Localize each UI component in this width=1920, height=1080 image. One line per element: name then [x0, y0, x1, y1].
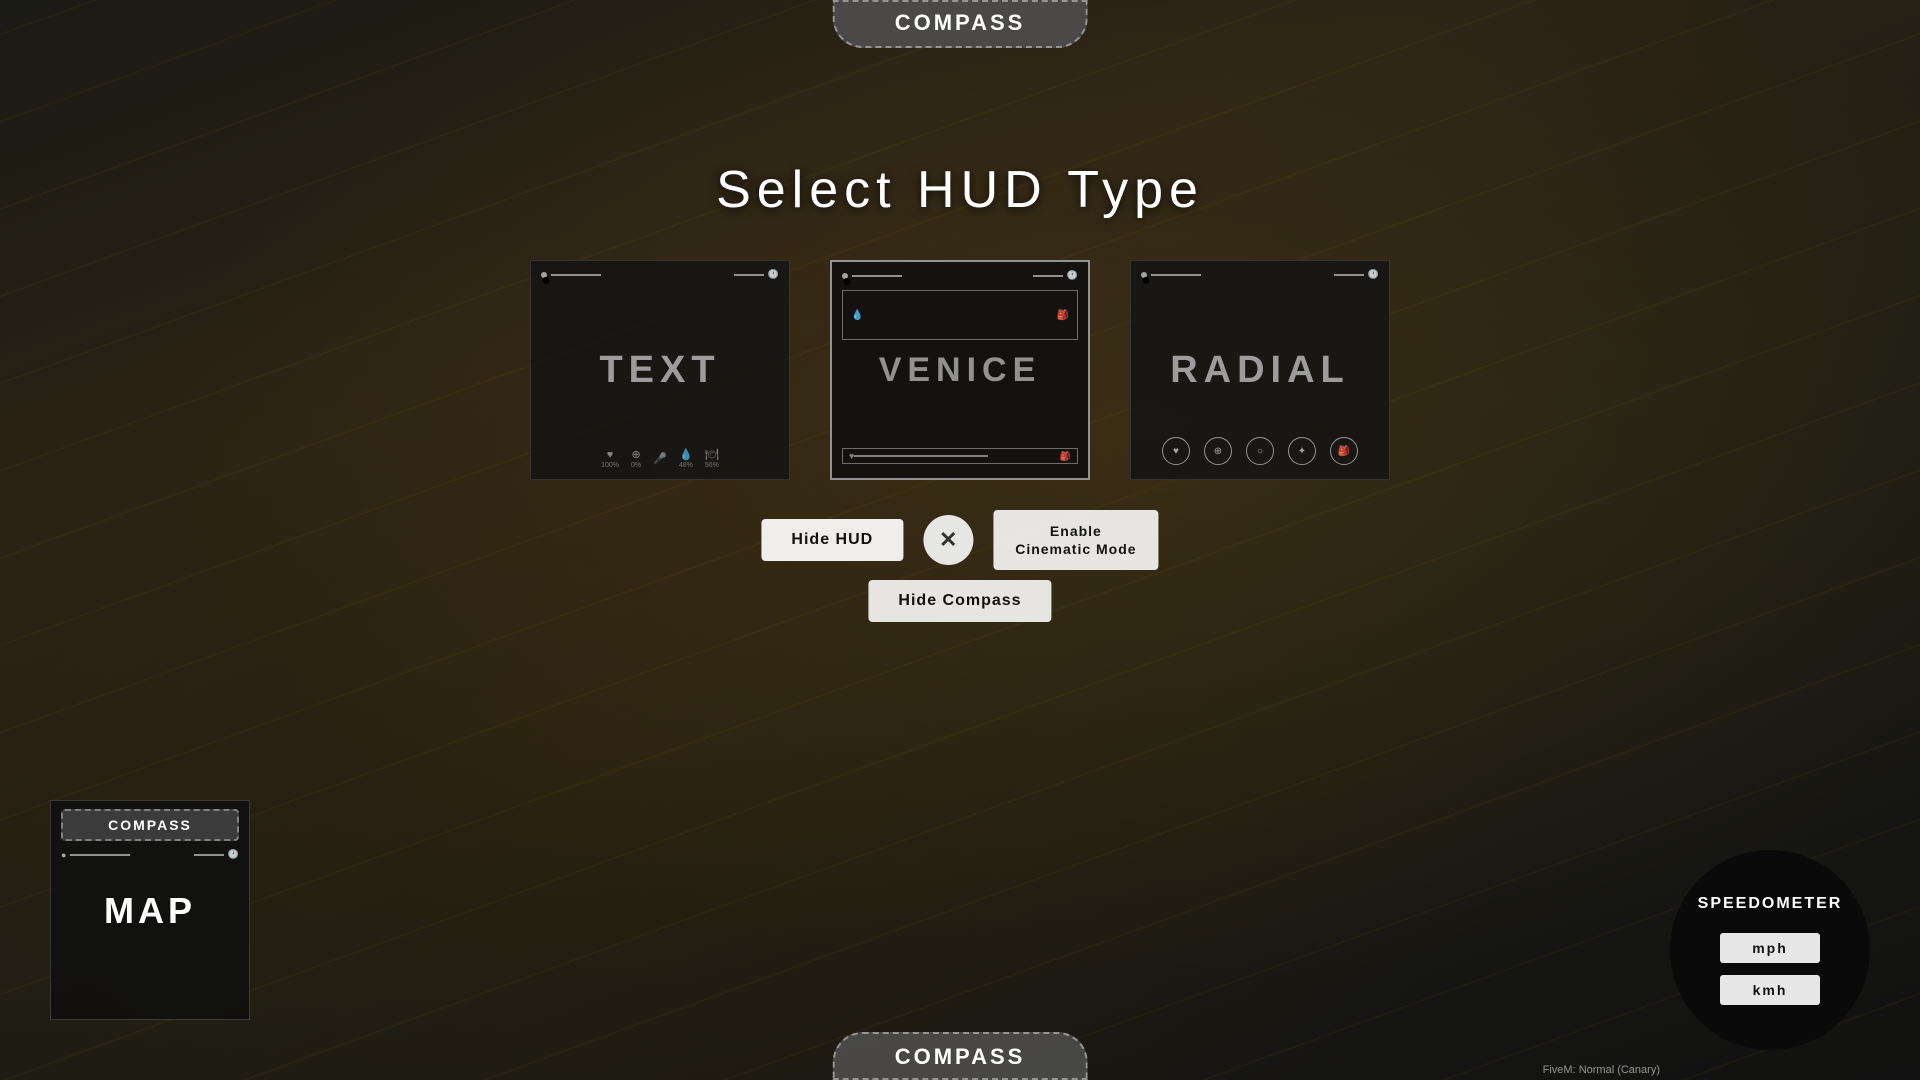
mic-icon: 🎤: [653, 452, 667, 465]
venice-bar-left: ●: [842, 273, 902, 279]
armor-label: 0%: [631, 462, 641, 469]
radial-shield-icon: ⊕: [1204, 437, 1232, 465]
water-label: 48%: [679, 462, 693, 469]
hud-card-text[interactable]: ● 🕐 TEXT ♥ 100% ⊕ 0% 🎤: [530, 260, 790, 480]
compass-bottom-pill: COMPASS: [833, 1032, 1088, 1080]
shield-icon: ⊕: [631, 448, 640, 461]
radial-circle-icon: ○: [1246, 437, 1274, 465]
compass-top-pill: COMPASS: [833, 0, 1088, 48]
venice-bottom-bar: ♥ 🎒: [842, 448, 1078, 464]
cinematic-label-line1: Enable: [1050, 523, 1102, 539]
text-card-bottom-icons: ♥ 100% ⊕ 0% 🎤 💧 48% 🍽 56%: [531, 448, 789, 469]
text-card-bar-right: 🕐: [734, 269, 779, 280]
health-bar-line: [551, 274, 601, 276]
venice-location-dot: ●: [842, 273, 848, 279]
food-icon: 🍽: [705, 448, 719, 461]
page-title: Select HUD Type: [716, 160, 1204, 220]
radial-star-icon: ✦: [1288, 437, 1316, 465]
venice-card-label: VENICE: [879, 351, 1042, 390]
close-button[interactable]: ✕: [923, 515, 973, 565]
food-label: 56%: [705, 462, 719, 469]
venice-inner-frame: 💧 🎒: [842, 290, 1078, 340]
radial-location-dot: ●: [1141, 272, 1147, 278]
hide-hud-button[interactable]: Hide HUD: [761, 519, 903, 561]
venice-drop-icon: 💧: [851, 310, 863, 321]
kmh-button[interactable]: kmh: [1720, 975, 1820, 1005]
health-label: 100%: [601, 462, 619, 469]
food-icon-group: 🍽 56%: [705, 448, 719, 469]
venice-bar-right: 🕐: [1033, 270, 1078, 281]
text-card-top-bar: ● 🕐: [531, 269, 789, 280]
text-card-label: TEXT: [599, 349, 720, 392]
mph-button[interactable]: mph: [1720, 933, 1820, 963]
radial-clock-icon: 🕐: [1368, 269, 1379, 280]
compass-bottom-label: COMPASS: [895, 1044, 1026, 1069]
speedometer-label: SPEEDOMETER: [1698, 895, 1843, 913]
venice-bottom-bag: 🎒: [1060, 451, 1071, 462]
map-health-line: [70, 854, 130, 856]
venice-clock-icon: 🕐: [1067, 270, 1078, 281]
radial-bar-right: 🕐: [1334, 269, 1379, 280]
water-icon: 💧: [679, 448, 693, 461]
hud-cards-container: ● 🕐 TEXT ♥ 100% ⊕ 0% 🎤: [530, 260, 1390, 480]
radial-card-top-bar: ● 🕐: [1131, 269, 1389, 280]
venice-health-line: [852, 275, 902, 277]
compass-top-label: COMPASS: [895, 10, 1026, 35]
hide-compass-button[interactable]: Hide Compass: [868, 580, 1051, 622]
radial-bottom-icons: ♥ ⊕ ○ ✦ 🎒: [1131, 437, 1389, 465]
map-clock-icon: 🕐: [228, 849, 239, 860]
clock-icon: 🕐: [768, 269, 779, 280]
water-icon-group: 💧 48%: [679, 448, 693, 469]
radial-short-line: [1334, 274, 1364, 276]
speedometer-widget: SPEEDOMETER mph kmh: [1670, 850, 1870, 1050]
radial-bag-icon: 🎒: [1330, 437, 1358, 465]
map-bar-right: 🕐: [194, 849, 239, 860]
venice-short-line: [1033, 275, 1063, 277]
radial-heart-icon: ♥: [1162, 437, 1190, 465]
version-label: FiveM: Normal (Canary): [1543, 1064, 1660, 1076]
location-dot-icon: ●: [541, 272, 547, 278]
text-card-bar-left: ●: [541, 272, 601, 278]
map-compass-label: COMPASS: [61, 809, 239, 841]
short-bar-line: [734, 274, 764, 276]
health-icon-group: ♥ 100%: [601, 449, 619, 469]
venice-card-top-bar: ● 🕐: [832, 270, 1088, 281]
map-dot-icon: ●: [61, 850, 66, 860]
enable-cinematic-button[interactable]: Enable Cinematic Mode: [993, 510, 1158, 570]
venice-progress-fill: [854, 455, 987, 457]
radial-health-line: [1151, 274, 1201, 276]
mic-icon-group: 🎤: [653, 452, 667, 466]
venice-bag-icon: 🎒: [1057, 310, 1069, 321]
radial-card-label: RADIAL: [1170, 349, 1350, 392]
radial-bar-left: ●: [1141, 272, 1201, 278]
hud-card-radial[interactable]: ● 🕐 RADIAL ♥ ⊕ ○ ✦ 🎒: [1130, 260, 1390, 480]
map-short-line: [194, 854, 224, 856]
action-buttons-row: Hide HUD ✕ Enable Cinematic Mode: [761, 510, 1158, 570]
cinematic-label-line2: Cinematic Mode: [1015, 541, 1136, 557]
armor-icon-group: ⊕ 0%: [631, 448, 641, 469]
map-widget-bar: ● 🕐: [61, 849, 239, 860]
map-title: MAP: [51, 890, 249, 932]
map-bar-left: ●: [61, 850, 130, 860]
map-widget: COMPASS ● 🕐 MAP: [50, 800, 250, 1020]
heart-icon: ♥: [607, 449, 614, 461]
hud-card-venice[interactable]: ● 🕐 💧 🎒 VENICE ♥ 🎒: [830, 260, 1090, 480]
